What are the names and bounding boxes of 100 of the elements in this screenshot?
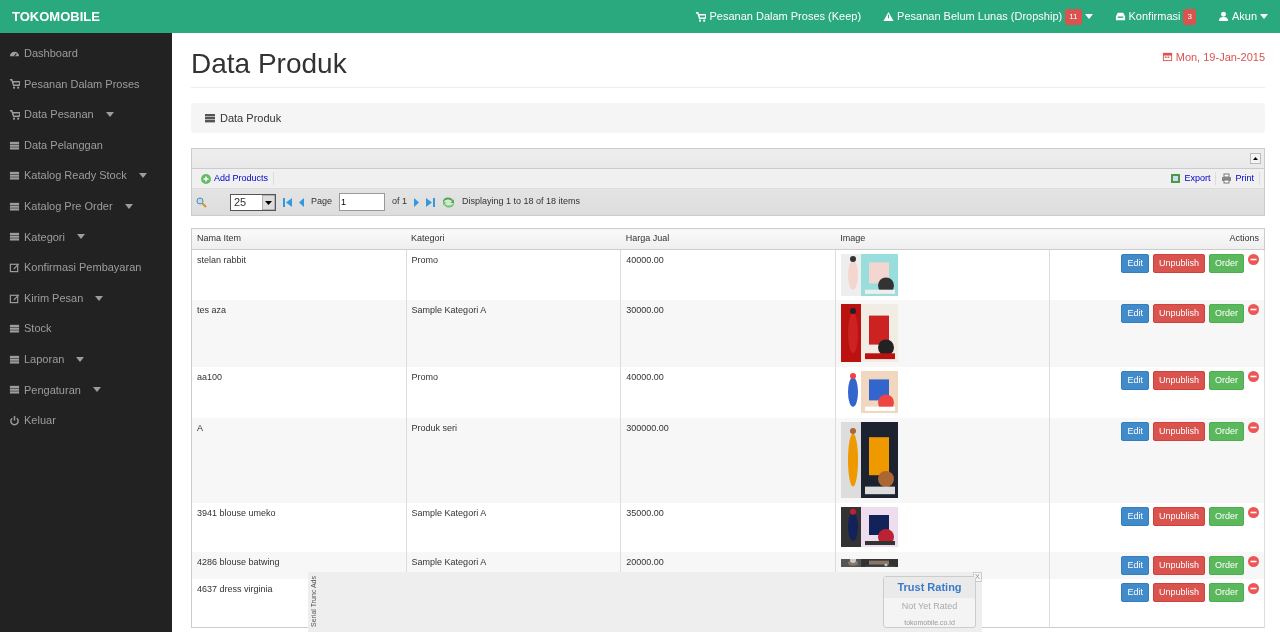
warning-icon <box>883 11 895 22</box>
export-button[interactable]: Export <box>1165 171 1217 186</box>
printer-icon <box>1221 173 1233 185</box>
list-icon <box>9 231 20 243</box>
count-badge: 11 <box>1065 8 1082 25</box>
unpublish-button[interactable]: Unpublish <box>1152 304 1205 324</box>
list-icon <box>9 200 20 212</box>
edit-button[interactable]: Edit <box>1121 304 1149 324</box>
table-cell: 40000.00 <box>626 254 664 265</box>
order-button[interactable]: Order <box>1209 507 1244 527</box>
table-cell: 30000.00 <box>626 305 664 316</box>
sidebar-item[interactable]: Data Pesanan <box>0 99 172 130</box>
unpublish-button[interactable]: Unpublish <box>1152 253 1205 273</box>
table-cell: 3941 blouse umeko <box>197 508 276 519</box>
nav-link[interactable]: Konfirmasi 3 <box>1114 8 1196 25</box>
order-button[interactable]: Order <box>1209 556 1244 576</box>
unpublish-button[interactable]: Unpublish <box>1152 556 1205 576</box>
table-cell: Sample Kategori A <box>411 557 487 568</box>
table-cell: A <box>197 423 203 434</box>
sidebar-item[interactable]: Stock <box>0 313 172 344</box>
search-icon[interactable] <box>196 196 207 208</box>
sidebar-item[interactable]: Kirim Pesan <box>0 282 172 314</box>
sidebar-item[interactable]: Katalog Ready Stock <box>0 160 172 191</box>
remove-icon[interactable] <box>1248 371 1259 383</box>
remove-icon[interactable] <box>1248 304 1259 316</box>
nav-link[interactable]: Pesanan Dalam Proses (Keep) <box>695 8 862 25</box>
sidebar-item[interactable]: Pesanan Dalam Proses <box>0 68 172 100</box>
cart-icon <box>695 11 707 22</box>
remove-icon[interactable] <box>1248 422 1259 434</box>
column-header: Nama Item <box>197 233 241 244</box>
first-page-icon[interactable] <box>283 197 292 207</box>
breadcrumb-item: Data Produk <box>220 110 282 126</box>
page-label: Page <box>311 195 333 209</box>
table-cell: 20000.00 <box>626 557 664 568</box>
order-button[interactable]: Order <box>1209 371 1244 391</box>
edit-button[interactable]: Edit <box>1121 422 1149 442</box>
table-cell: 4637 dress virginia <box>197 584 273 595</box>
page-number-field[interactable]: 1 <box>339 193 386 212</box>
table-cell: Produk seri <box>411 423 458 434</box>
sidebar-item[interactable]: Katalog Pre Order <box>0 190 172 222</box>
last-page-icon[interactable] <box>426 197 436 207</box>
column-header: Harga Jual <box>625 233 670 244</box>
nav-link[interactable]: Akun <box>1217 8 1268 25</box>
date-text: Mon, 19-Jan-2015 <box>1175 49 1265 65</box>
refresh-icon[interactable] <box>442 196 456 208</box>
sidebar-item[interactable]: Keluar <box>0 405 172 436</box>
print-button[interactable]: Print <box>1216 171 1260 186</box>
table-cell: aa100 <box>197 372 223 383</box>
edit-button[interactable]: Edit <box>1121 556 1149 576</box>
remove-icon[interactable] <box>1248 583 1259 595</box>
page-count: of 1 <box>392 195 408 209</box>
power-icon <box>9 414 20 426</box>
list-icon <box>9 170 20 182</box>
table-cell: Sample Kategori A <box>411 305 487 316</box>
sidebar-item[interactable]: Laporan <box>0 343 172 375</box>
sidebar-item[interactable]: Kategori <box>0 221 172 253</box>
edit-button[interactable]: Edit <box>1121 583 1149 603</box>
page-size-select[interactable]: 25 <box>230 193 276 211</box>
unpublish-button[interactable]: Unpublish <box>1152 507 1205 527</box>
table-cell: Promo <box>411 372 439 383</box>
sidebar-item[interactable]: Konfirmasi Pembayaran <box>0 252 172 283</box>
rating-status: Not Yet Rated <box>900 599 959 613</box>
sidebar-item[interactable]: Dashboard <box>0 38 172 69</box>
remove-icon[interactable] <box>1248 556 1259 568</box>
table-cell: 4286 blouse batwing <box>197 557 280 568</box>
unpublish-button[interactable]: Unpublish <box>1152 583 1205 603</box>
cart-icon <box>9 109 20 120</box>
edit-button[interactable]: Edit <box>1121 371 1149 391</box>
table-cell: Promo <box>411 254 439 265</box>
column-header: Image <box>840 233 866 244</box>
edit-icon <box>9 261 20 273</box>
table-cell: Sample Kategori A <box>411 508 487 519</box>
sidebar-item[interactable]: Pengaturan <box>0 374 172 406</box>
order-button[interactable]: Order <box>1209 253 1244 273</box>
sidebar-item[interactable]: Data Pelanggan <box>0 129 172 161</box>
order-button[interactable]: Order <box>1209 583 1244 603</box>
plus-icon <box>201 173 211 184</box>
collapse-toggle-icon[interactable] <box>1250 153 1261 165</box>
edit-button[interactable]: Edit <box>1121 507 1149 527</box>
user-icon <box>1217 11 1229 22</box>
table-cell: 40000.00 <box>626 372 664 383</box>
remove-icon[interactable] <box>1248 507 1259 519</box>
add-products-button[interactable]: Add Products <box>196 171 275 186</box>
edit-button[interactable]: Edit <box>1121 253 1149 273</box>
column-header: Actions <box>1229 233 1259 244</box>
order-button[interactable]: Order <box>1209 304 1244 324</box>
list-icon <box>9 353 20 365</box>
order-button[interactable]: Order <box>1209 422 1244 442</box>
cart-icon <box>9 78 20 90</box>
previous-page-icon[interactable] <box>299 197 304 207</box>
remove-icon[interactable] <box>1248 253 1259 265</box>
unpublish-button[interactable]: Unpublish <box>1152 422 1205 442</box>
unpublish-button[interactable]: Unpublish <box>1152 371 1205 391</box>
pager-info: Displaying 1 to 18 of 18 items <box>462 195 581 209</box>
next-page-icon[interactable] <box>414 197 420 207</box>
edit-icon <box>9 292 20 304</box>
spreadsheet-icon <box>1170 173 1182 185</box>
brand-logo[interactable]: TOKOMOBILE <box>12 6 100 27</box>
nav-link[interactable]: Pesanan Belum Lunas (Dropship) 11 <box>883 8 1093 25</box>
table-cell: stelan rabbit <box>197 254 247 265</box>
